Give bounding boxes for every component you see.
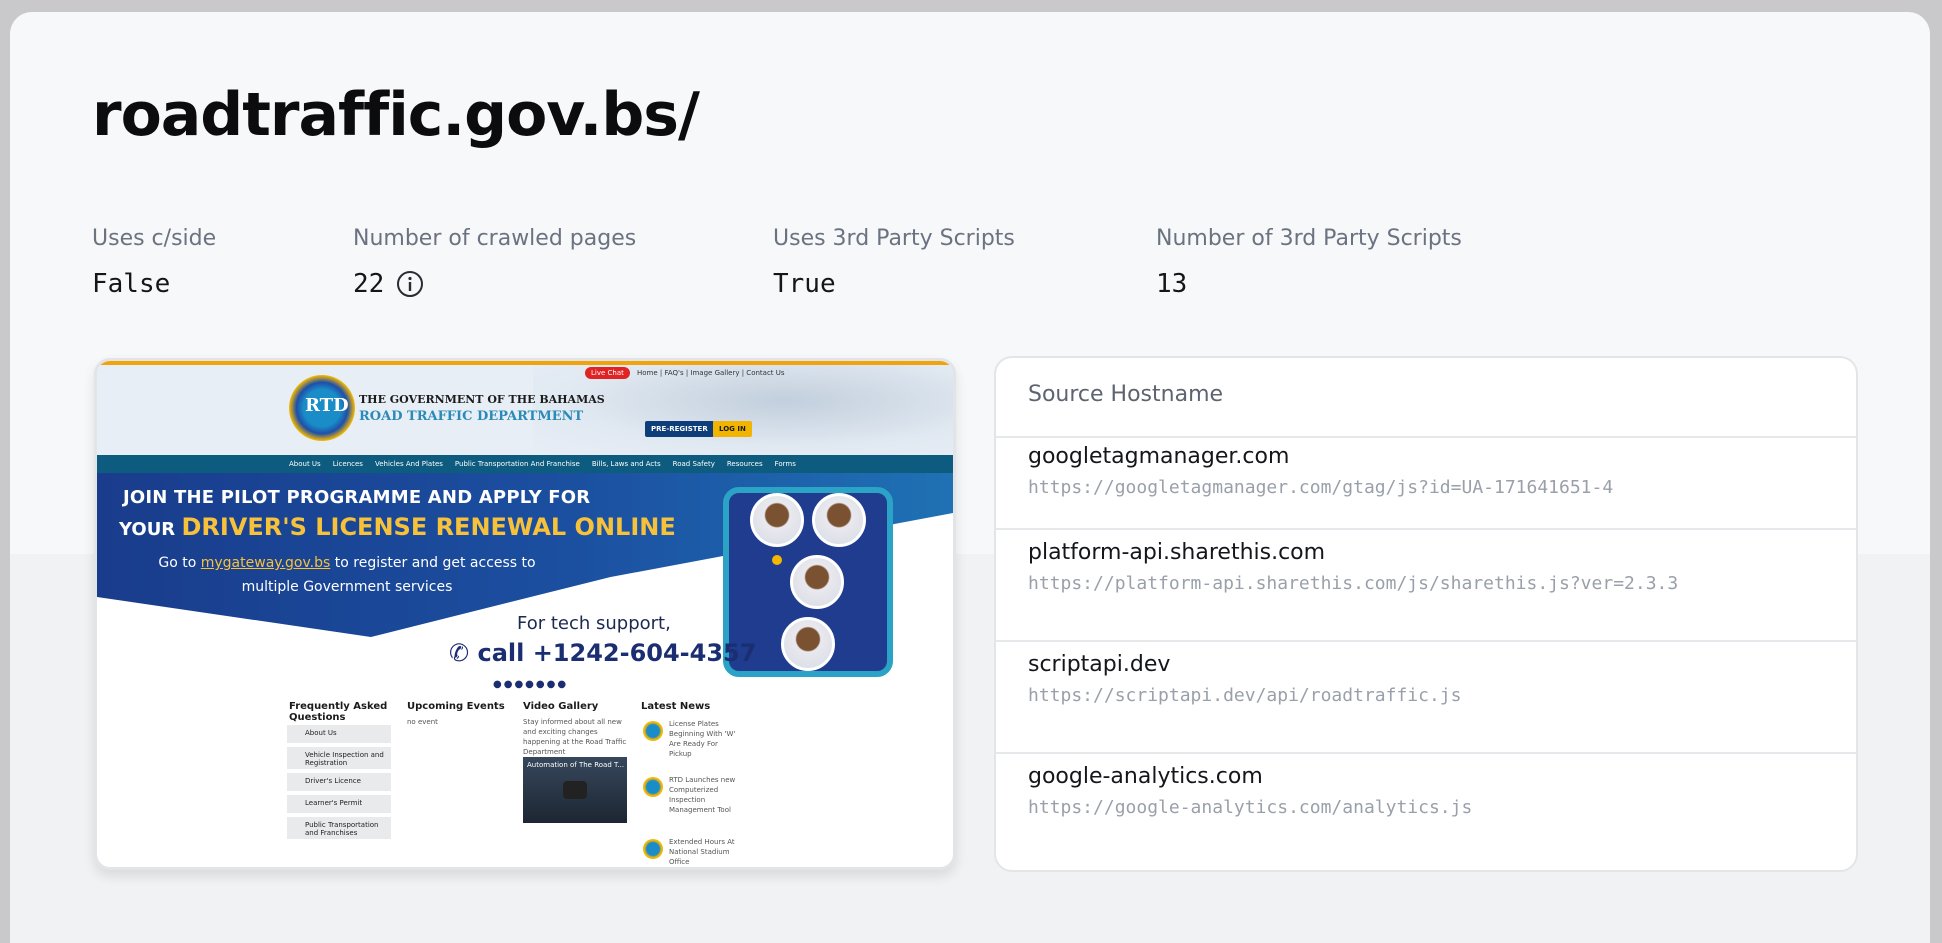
play-icon [563,781,587,799]
preview-events-title: Upcoming Events [407,701,505,712]
person-image [781,617,835,671]
preview-nav-item: About Us [289,460,321,468]
preview-subtext: Go to mygateway.gov.bs to register and g… [137,551,557,599]
preview-nav-item: Road Safety [672,460,715,468]
preview-carousel-dots: ●●●●●●● [493,679,569,690]
source-url[interactable]: https://googletagmanager.com/gtag/js?id=… [1028,477,1856,498]
preview-headline-highlight: DRIVER'S LICENSE RENEWAL ONLINE [181,513,676,541]
source-hostname-header: Source Hostname [996,358,1856,438]
preview-faq-item: About Us [287,725,391,743]
preview-video-title: Video Gallery [523,701,599,712]
site-report-card: roadtraffic.gov.bs/ Uses c/side False Nu… [10,12,1930,943]
info-icon[interactable] [396,270,424,298]
preview-nav-bar: About Us Licences Vehicles And Plates Pu… [97,455,953,473]
preview-login-button: LOG IN [713,421,752,437]
rtd-logo-text: RTD [305,395,349,416]
stat-value: True [773,269,836,299]
news-logo-icon [643,777,663,797]
source-host: platform-api.sharethis.com [1028,540,1326,565]
person-image [790,555,844,609]
stat-value: False [92,269,171,299]
source-host: googletagmanager.com [1028,444,1290,469]
preview-headline-prefix: YOUR [119,519,176,540]
source-row[interactable]: google-analytics.com https://google-anal… [996,754,1856,866]
preview-news-title: Latest News [641,701,711,712]
preview-news-item: RTD Launches new Computerized Inspection… [669,776,736,814]
preview-faq-item: Vehicle Inspection and Registration [287,747,391,769]
preview-video-thumbnail: Automation of The Road T... [523,757,627,823]
preview-faq-item: Driver's Licence [287,773,391,791]
preview-preregister-button: PRE-REGISTER [645,421,714,437]
preview-video-caption: Automation of The Road T... [527,761,625,769]
preview-nav-item: Licences [332,460,363,468]
page-title: roadtraffic.gov.bs/ [92,80,700,150]
stat-label: Number of 3rd Party Scripts [1156,226,1462,251]
news-logo-icon [643,839,663,859]
preview-nav-item: Resources [726,460,763,468]
preview-top-links: Home | FAQ's | Image Gallery | Contact U… [637,369,785,377]
preview-headline-1: JOIN THE PILOT PROGRAMME AND APPLY FOR [123,487,591,508]
source-url[interactable]: https://scriptapi.dev/api/roadtraffic.js [1028,685,1856,706]
preview-nav-item: Vehicles And Plates [374,460,443,468]
source-row[interactable]: scriptapi.dev https://scriptapi.dev/api/… [996,642,1856,754]
preview-news-item: License Plates Beginning With 'W' Are Re… [669,720,736,758]
preview-support-text: For tech support, [517,613,671,634]
stat-3rd-party-count: Number of 3rd Party Scripts 13 [1156,226,1462,299]
source-host: google-analytics.com [1028,764,1263,789]
preview-news-item: Extended Hours At National Stadium Offic… [669,838,735,866]
preview-faq-item: Public Transportation and Franchises [287,817,391,839]
preview-sub-prefix: Go to [158,555,197,571]
news-logo-icon [643,721,663,741]
preview-faq-item: Learner's Permit [287,795,391,813]
stat-label: Uses 3rd Party Scripts [773,226,1015,251]
preview-nav-item: Forms [774,460,796,468]
person-image [812,493,866,547]
stat-crawled-pages: Number of crawled pages 22 [353,226,636,299]
stat-uses-3rd-party: Uses 3rd Party Scripts True [773,226,1015,299]
preview-faq-title: Frequently Asked Questions [289,701,388,723]
phone-icon: ✆ [449,639,470,667]
stat-value: 13 [1156,269,1188,299]
preview-live-badge: Live Chat [585,367,630,379]
preview-phone: ✆ call +1242-604-4357 [449,639,757,667]
site-screenshot-preview[interactable]: RTD THE GOVERNMENT OF THE BAHAMAS ROAD T… [94,358,956,870]
source-url[interactable]: https://platform-api.sharethis.com/js/sh… [1028,573,1856,594]
stat-uses-cside: Uses c/side False [92,226,216,299]
preview-nav-item: Bills, Laws and Acts [591,460,661,468]
stat-label: Number of crawled pages [353,226,637,251]
source-row[interactable]: googletagmanager.com https://googletagma… [996,438,1856,530]
preview-org-line2: ROAD TRAFFIC DEPARTMENT [359,409,584,424]
preview-events-text: no event [407,718,438,726]
preview-org-line1: THE GOVERNMENT OF THE BAHAMAS [359,393,605,406]
stat-value: 22 [353,269,385,299]
source-row[interactable]: platform-api.sharethis.com https://platf… [996,530,1856,642]
stat-label: Uses c/side [92,226,217,251]
source-host: scriptapi.dev [1028,652,1171,677]
preview-nav-item: Public Transportation And Franchise [454,460,580,468]
source-url[interactable]: https://google-analytics.com/analytics.j… [1028,797,1856,818]
person-image [750,493,804,547]
preview-video-text: Stay informed about all new and exciting… [523,718,627,756]
decor-dot [772,555,782,565]
preview-headline-2: YOUR DRIVER'S LICENSE RENEWAL ONLINE [119,513,676,541]
source-hostname-panel: Source Hostname googletagmanager.com htt… [994,356,1858,872]
preview-sub-link: mygateway.gov.bs [200,555,331,571]
